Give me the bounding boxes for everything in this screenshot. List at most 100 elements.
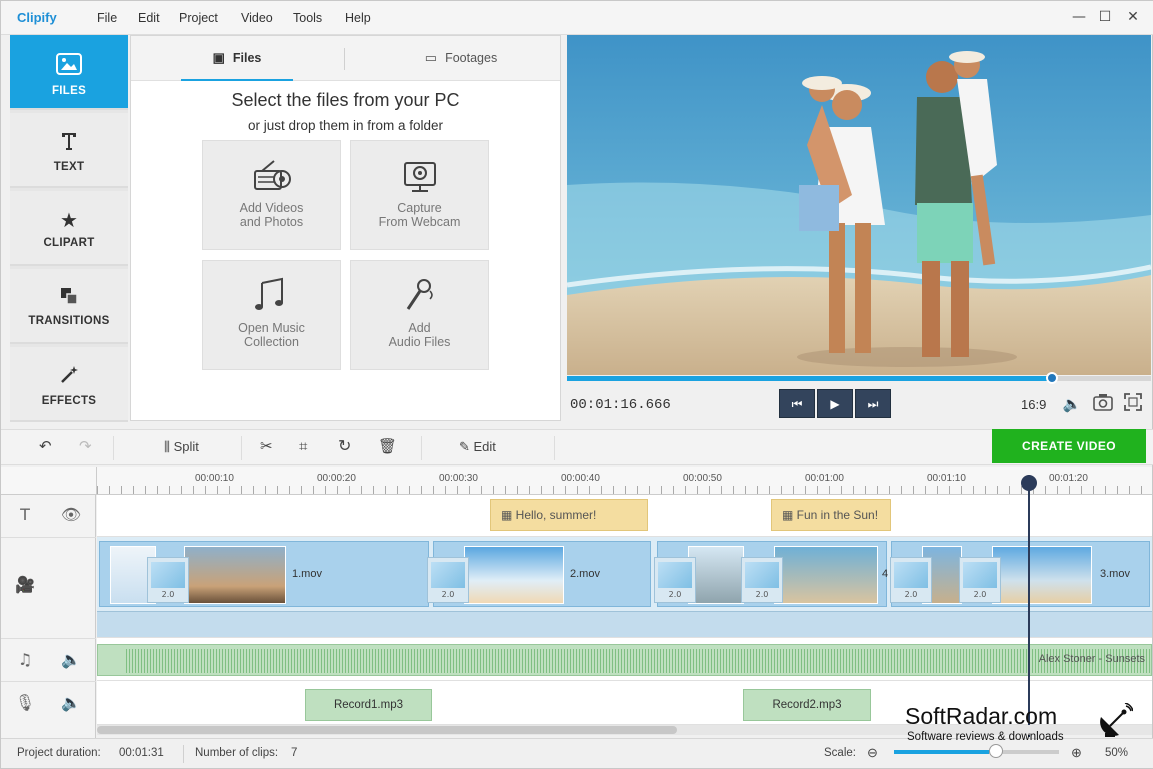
- timecode: 00:01:16.666: [570, 397, 671, 413]
- playhead-handle[interactable]: [1021, 475, 1037, 491]
- ruler-label: 00:00:30: [439, 473, 478, 484]
- transition-duration: 2.0: [904, 590, 918, 599]
- trash-icon[interactable]: 🗑: [378, 438, 397, 456]
- source-tabs: ▣ Files ▭ Footages: [131, 36, 560, 81]
- scale-slider[interactable]: [894, 750, 1059, 754]
- seek-bar[interactable]: [567, 372, 1151, 384]
- crop-icon[interactable]: ⌗: [299, 438, 307, 456]
- tile-line2: and Photos: [239, 215, 304, 229]
- ruler-label: 00:00:10: [195, 473, 234, 484]
- split-button[interactable]: ⫼ Split: [164, 438, 199, 456]
- track-divider: [1, 681, 96, 682]
- volume-icon[interactable]: 🔈: [59, 693, 83, 712]
- panel-heading: Select the files from your PC: [231, 90, 460, 110]
- scissors-icon[interactable]: ✂: [260, 438, 273, 456]
- title-clip[interactable]: ▦ Hello, summer!: [490, 499, 648, 531]
- video-audio-lane: [97, 611, 1152, 637]
- transition-block[interactable]: 2.0: [890, 557, 932, 603]
- sidebar-item-files[interactable]: FILES: [10, 35, 128, 110]
- image-icon: [10, 53, 128, 79]
- transition-thumbnail: [151, 562, 185, 588]
- maximize-button[interactable]: ☐: [1095, 7, 1115, 27]
- clip-thumbnail: [774, 546, 878, 604]
- tile-line2: From Webcam: [378, 215, 461, 229]
- ruler-label: 00:01:00: [805, 473, 844, 484]
- microphone-icon: [400, 277, 440, 315]
- play-button[interactable]: ▶: [817, 389, 853, 418]
- menu-video[interactable]: Video: [241, 11, 273, 25]
- transition-thumbnail: [894, 562, 928, 588]
- record-clip[interactable]: Record1.mp3: [305, 689, 432, 721]
- sidebar-item-text[interactable]: TEXT: [10, 113, 128, 188]
- ruler-ticks: [97, 486, 1152, 494]
- create-video-button[interactable]: CREATE VIDEO: [992, 429, 1146, 463]
- transition-block[interactable]: 2.0: [147, 557, 189, 603]
- ruler-corner: [1, 467, 97, 495]
- previous-button[interactable]: ⏮: [779, 389, 815, 418]
- transition-block[interactable]: 2.0: [654, 557, 696, 603]
- transition-duration: 2.0: [668, 590, 682, 599]
- music-notes-icon: [252, 277, 292, 315]
- next-button[interactable]: ⏭: [855, 389, 891, 418]
- sidebar-item-clipart[interactable]: ★ CLIPART: [10, 191, 128, 266]
- open-music-collection-button[interactable]: Open Music Collection: [202, 260, 341, 370]
- satellite-dish-icon: [1097, 702, 1134, 739]
- volume-icon[interactable]: 🔈: [1060, 393, 1084, 415]
- title-clip[interactable]: ▦ Fun in the Sun!: [771, 499, 891, 531]
- transition-thumbnail: [963, 562, 997, 588]
- tab-footages[interactable]: ▭ Footages: [401, 36, 521, 81]
- close-button[interactable]: ✕: [1123, 7, 1143, 27]
- scrollbar-thumb[interactable]: [97, 726, 677, 734]
- menu-project[interactable]: Project: [179, 11, 218, 25]
- menu-help[interactable]: Help: [345, 11, 371, 25]
- microphone-icon: 🎙: [14, 693, 36, 712]
- video-preview[interactable]: [567, 35, 1151, 375]
- undo-icon[interactable]: ↶: [39, 438, 52, 456]
- transitions-icon: [10, 287, 128, 309]
- clip-name: 3.mov: [1100, 568, 1130, 580]
- menu-edit[interactable]: Edit: [138, 11, 160, 25]
- scale-slider-handle[interactable]: [989, 744, 1003, 758]
- transition-block[interactable]: 2.0: [427, 557, 469, 603]
- tab-files[interactable]: ▣ Files: [181, 36, 293, 81]
- zoom-out-icon[interactable]: ⊖: [867, 745, 878, 761]
- edit-button[interactable]: ✎ Edit: [459, 438, 496, 456]
- capture-webcam-button[interactable]: Capture From Webcam: [350, 140, 489, 250]
- transition-block[interactable]: 2.0: [959, 557, 1001, 603]
- image-icon: ▣: [212, 50, 225, 65]
- clip-count-value: 7: [291, 747, 298, 759]
- music-clip[interactable]: Alex Stoner - Sunsets: [97, 644, 1152, 676]
- record-clip[interactable]: Record2.mp3: [743, 689, 871, 721]
- ruler-label: 00:00:20: [317, 473, 356, 484]
- clip-count-label: Number of clips:: [195, 747, 279, 759]
- eye-icon[interactable]: 👁: [59, 505, 83, 524]
- menu-tools[interactable]: Tools: [293, 11, 322, 25]
- redo-icon[interactable]: ↷: [79, 438, 92, 456]
- title-clip-label: Hello, summer!: [515, 508, 597, 522]
- playhead[interactable]: [1028, 475, 1030, 737]
- tab-footages-label: Footages: [445, 51, 498, 65]
- volume-icon[interactable]: 🔈: [59, 650, 83, 669]
- sidebar-item-transitions[interactable]: TRANSITIONS: [10, 269, 128, 344]
- timeline-ruler[interactable]: 00:00:10 00:00:20 00:00:30 00:00:40 00:0…: [97, 467, 1152, 495]
- snapshot-camera-icon[interactable]: [1091, 393, 1115, 415]
- rotate-icon[interactable]: ↻: [338, 438, 351, 456]
- split-label: Split: [173, 439, 199, 454]
- zoom-in-icon[interactable]: ⊕: [1071, 745, 1082, 761]
- fullscreen-icon[interactable]: [1121, 393, 1145, 415]
- seek-handle[interactable]: [1045, 372, 1058, 384]
- text-icon: [10, 131, 128, 155]
- film-camera-icon: [252, 157, 292, 195]
- edit-label: Edit: [473, 439, 496, 454]
- tile-line1: Add: [408, 321, 431, 335]
- add-videos-photos-button[interactable]: Add Videos and Photos: [202, 140, 341, 250]
- menu-file[interactable]: File: [97, 11, 117, 25]
- add-audio-files-button[interactable]: Add Audio Files: [350, 260, 489, 370]
- minimize-button[interactable]: —: [1069, 7, 1089, 27]
- sidebar-item-effects[interactable]: EFFECTS: [10, 347, 128, 422]
- clip-thumbnail: [688, 546, 744, 604]
- clip-thumbnail: [464, 546, 564, 604]
- aspect-ratio-button[interactable]: 16:9: [1021, 397, 1046, 412]
- transition-block[interactable]: 2.0: [741, 557, 783, 603]
- sidebar-item-label: TRANSITIONS: [28, 315, 110, 327]
